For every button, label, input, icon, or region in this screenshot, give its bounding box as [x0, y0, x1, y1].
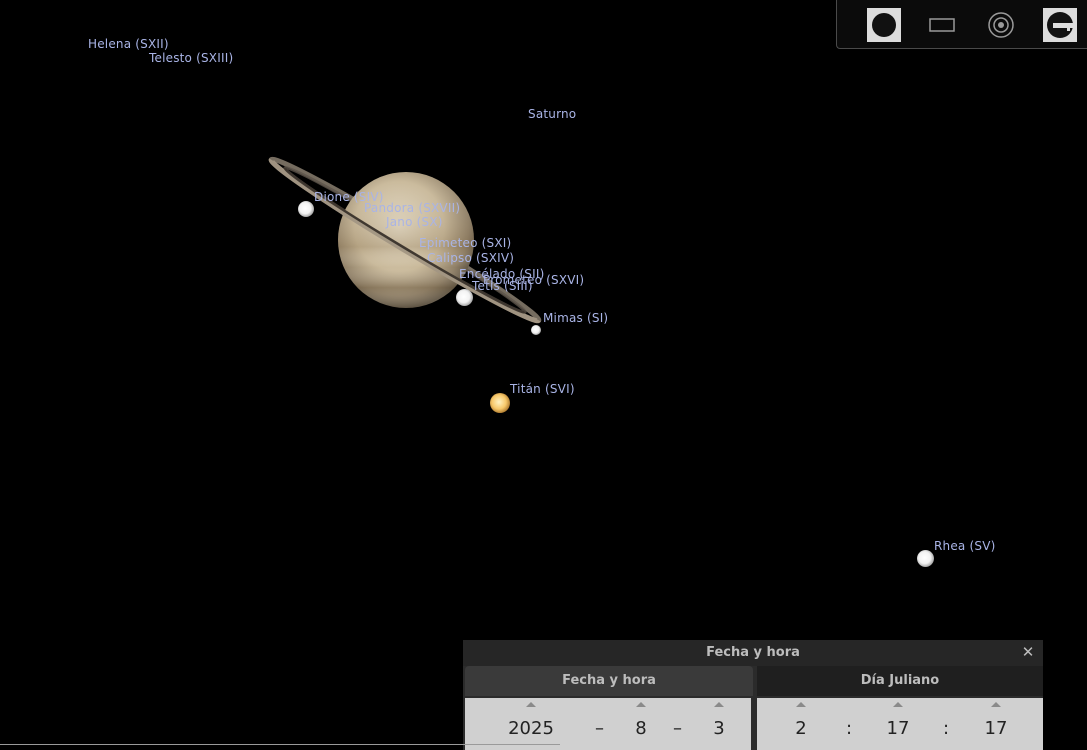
date-separator: – — [595, 718, 604, 739]
tab-fecha-y-hora[interactable]: Fecha y hora — [465, 666, 753, 696]
rhea-moon[interactable] — [917, 550, 934, 567]
minute-spinner[interactable]: 17 — [878, 698, 918, 750]
dione-moon[interactable] — [298, 201, 314, 217]
day-value[interactable]: 3 — [699, 718, 739, 739]
month-value[interactable]: 8 — [621, 718, 661, 739]
time-separator: : — [943, 718, 950, 739]
filled-circle-icon — [872, 13, 896, 37]
datetime-panel: Fecha y hora ✕ Fecha y hora Día Juliano … — [463, 640, 1043, 750]
rhea-label[interactable]: Rhea (SV) — [934, 539, 995, 553]
tab-dia-juliano[interactable]: Día Juliano — [757, 666, 1043, 696]
chevron-up-icon[interactable] — [714, 702, 724, 707]
chevron-up-icon[interactable] — [893, 702, 903, 707]
filled-circle-button[interactable] — [867, 8, 901, 42]
rectangle-icon — [929, 18, 955, 32]
key-icon — [1047, 12, 1073, 38]
tetis-label[interactable]: Tetis (SIII) — [472, 279, 533, 293]
pandora-label[interactable]: Pandora (SXVII) — [364, 201, 460, 215]
bottom-divider — [0, 744, 560, 745]
chevron-up-icon[interactable] — [796, 702, 806, 707]
target-icon — [988, 12, 1014, 38]
hour-value[interactable]: 2 — [781, 718, 821, 739]
telesto-label[interactable]: Telesto (SXIII) — [149, 51, 233, 65]
tetis-moon[interactable] — [456, 289, 473, 306]
mimas-moon[interactable] — [531, 325, 541, 335]
key-button[interactable] — [1043, 8, 1077, 42]
second-value[interactable]: 17 — [976, 718, 1016, 739]
hour-spinner[interactable]: 2 — [781, 698, 821, 750]
chevron-up-icon[interactable] — [991, 702, 1001, 707]
minute-value[interactable]: 17 — [878, 718, 918, 739]
chevron-up-icon[interactable] — [636, 702, 646, 707]
jano-label[interactable]: Jano (SX) — [386, 215, 443, 229]
second-spinner[interactable]: 17 — [976, 698, 1016, 750]
year-value[interactable]: 2025 — [501, 718, 561, 739]
target-button[interactable] — [984, 8, 1018, 42]
date-fields: 2025 – 8 – 3 — [465, 698, 751, 750]
chevron-up-icon[interactable] — [526, 702, 536, 707]
calipso-label[interactable]: Calipso (SXIV) — [427, 251, 514, 265]
year-spinner[interactable]: 2025 — [501, 698, 561, 750]
view-toolbar — [836, 0, 1087, 49]
panel-title: Fecha y hora — [463, 640, 1043, 666]
day-spinner[interactable]: 3 — [699, 698, 739, 750]
month-spinner[interactable]: 8 — [621, 698, 661, 750]
mimas-label[interactable]: Mimas (SI) — [543, 311, 608, 325]
time-fields: 2 : 17 : 17 — [757, 698, 1043, 750]
rectangle-button[interactable] — [925, 8, 959, 42]
epimeteo-label[interactable]: Epimeteo (SXI) — [419, 236, 511, 250]
sky-view[interactable]: Saturno Helena (SXII) Telesto (SXIII) Di… — [0, 0, 1087, 750]
helena-label[interactable]: Helena (SXII) — [88, 37, 169, 51]
titan-moon[interactable] — [490, 393, 510, 413]
titan-label[interactable]: Titán (SVI) — [510, 382, 575, 396]
close-icon[interactable]: ✕ — [1019, 643, 1037, 661]
date-separator: – — [673, 718, 682, 739]
time-separator: : — [846, 718, 853, 739]
saturn-label[interactable]: Saturno — [528, 107, 576, 121]
